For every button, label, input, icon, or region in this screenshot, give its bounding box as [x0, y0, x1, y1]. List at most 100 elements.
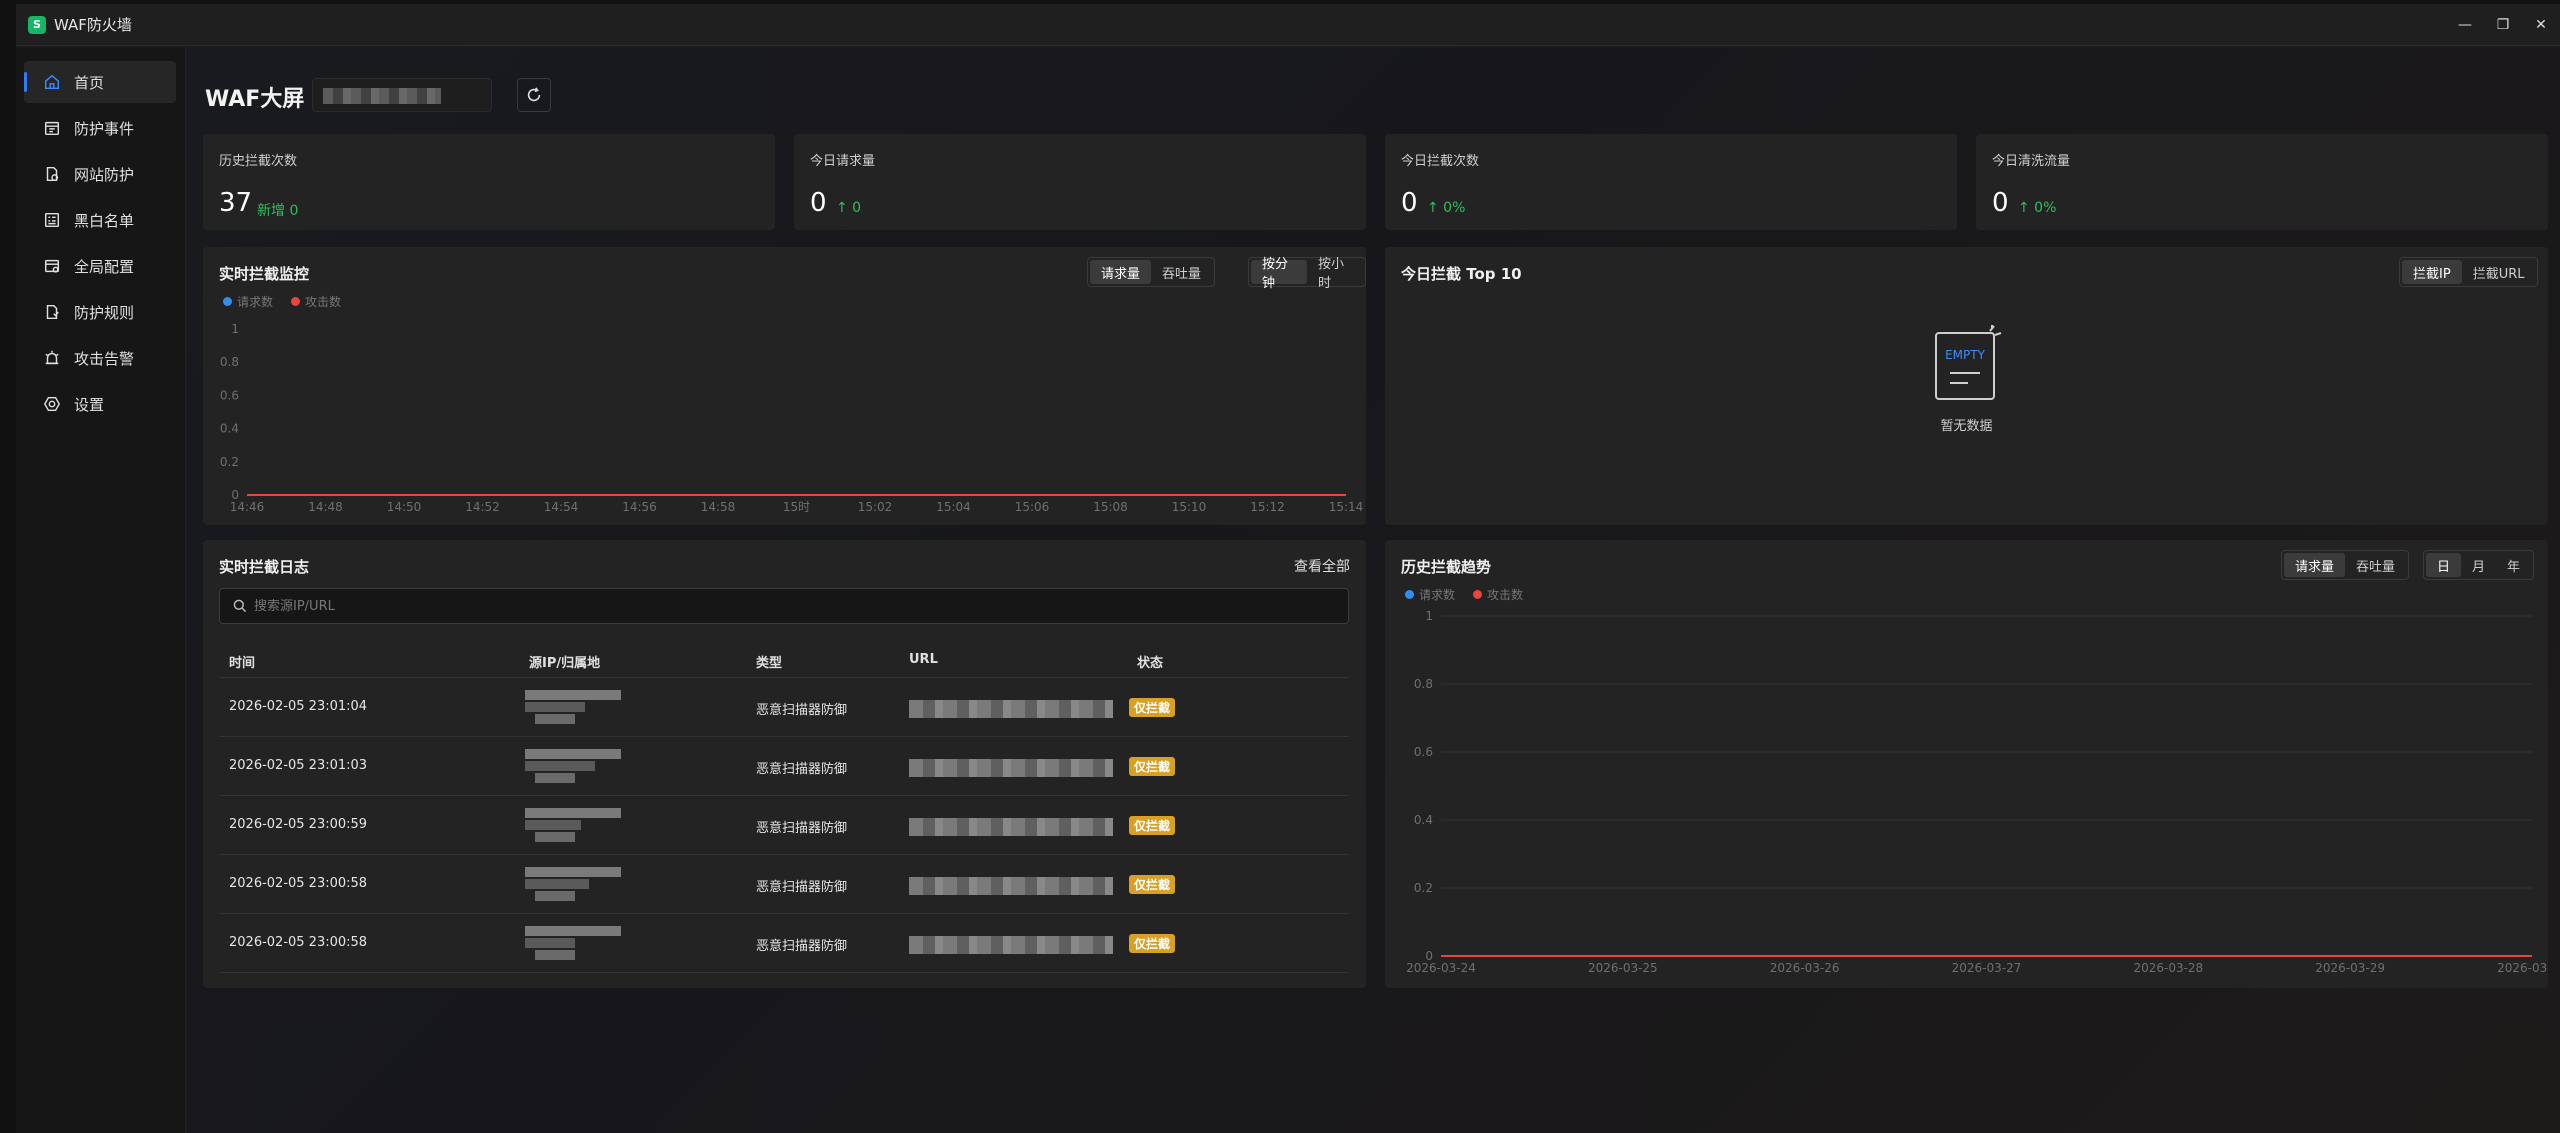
- cell-time: 2026-02-05 23:00:58: [229, 935, 368, 950]
- x-tick-label: 15:06: [1015, 500, 1050, 514]
- status-badge: 仅拦截: [1129, 757, 1176, 776]
- sidebar-item-label: 攻击告警: [74, 349, 135, 368]
- sidebar-item-protection-rules[interactable]: 防护规则: [24, 291, 176, 333]
- alarm-icon: [42, 348, 62, 368]
- search-box: [219, 588, 1349, 624]
- sidebar-item-label: 网站防护: [74, 165, 135, 184]
- sidebar-item-home[interactable]: 首页: [24, 61, 176, 103]
- empty-text: 暂无数据: [1940, 419, 1993, 434]
- y-tick-label: 0.4: [220, 422, 239, 436]
- x-tick-label: 2026-03-29: [2315, 961, 2385, 975]
- view-all-link[interactable]: 查看全部: [1294, 556, 1350, 576]
- column-header-url: URL: [909, 652, 938, 667]
- redacted-url: [909, 877, 1113, 895]
- status-badge: 仅拦截: [1129, 875, 1176, 894]
- sidebar-item-label: 全局配置: [74, 257, 135, 276]
- x-tick-label: 15:04: [936, 500, 971, 514]
- y-tick-label: 1: [231, 322, 239, 336]
- x-tick-label: 15:12: [1250, 500, 1285, 514]
- stat-label: 历史拦截次数: [219, 154, 298, 169]
- y-tick-label: 0.2: [220, 455, 239, 469]
- sidebar-item-label: 防护事件: [74, 119, 135, 138]
- y-tick-label: 0.6: [220, 388, 239, 402]
- x-tick-label: 14:48: [308, 500, 343, 514]
- rule-icon: [42, 302, 62, 322]
- x-tick-label: 15时: [783, 500, 810, 514]
- stat-label: 今日请求量: [810, 154, 876, 169]
- cell-type: 恶意扫描器防御: [756, 821, 848, 836]
- x-tick-label: 14:50: [387, 500, 422, 514]
- card-title: 今日拦截 Top 10: [1401, 265, 1522, 283]
- app-window: S WAF防火墙 — ❐ ✕ 首页 防护事件 网站防护 黑白名单 全局配置 防护…: [16, 4, 2560, 1133]
- x-tick-label: 2026-03-24: [1406, 961, 1476, 975]
- table-row[interactable]: 2026-02-05 23:00:58 恶意扫描器防御 仅拦截: [219, 855, 1349, 914]
- redacted-url: [909, 759, 1113, 777]
- x-tick-label: 2026-03-27: [1952, 961, 2022, 975]
- stat-card-today-cleaned-traffic: 今日清洗流量 0 ↑ 0%: [1976, 134, 2548, 230]
- redacted-ip: [525, 690, 621, 724]
- status-badge: 仅拦截: [1129, 934, 1176, 953]
- sidebar-item-site-protection[interactable]: 网站防护: [24, 153, 176, 195]
- table-row[interactable]: 2026-02-05 23:01:03 恶意扫描器防御 仅拦截: [219, 737, 1349, 796]
- sidebar-item-label: 黑白名单: [74, 211, 135, 230]
- sidebar-item-blackwhite-list[interactable]: 黑白名单: [24, 199, 176, 241]
- x-tick-label: 15:08: [1093, 500, 1128, 514]
- close-button[interactable]: ✕: [2522, 4, 2560, 46]
- minimize-button[interactable]: —: [2446, 4, 2484, 46]
- redacted-ip: [525, 808, 621, 842]
- sidebar-item-events[interactable]: 防护事件: [24, 107, 176, 149]
- status-badge: 仅拦截: [1129, 698, 1176, 717]
- cell-time: 2026-02-05 23:01:04: [229, 699, 368, 714]
- cell-time: 2026-02-05 23:00:59: [229, 817, 368, 832]
- page-title: WAF大屏: [205, 87, 305, 112]
- stat-card-today-blocks: 今日拦截次数 0 ↑ 0%: [1385, 134, 1957, 230]
- table-header: 时间 源IP/归属地 类型 URL 状态: [219, 642, 1349, 678]
- search-icon: [233, 599, 247, 613]
- stat-value: 0: [1401, 188, 1418, 218]
- stat-delta: ↑ 0: [836, 200, 862, 216]
- table-row[interactable]: 2026-02-05 23:00:58 恶意扫描器防御 仅拦截: [219, 914, 1349, 973]
- title-bar: S WAF防火墙 — ❐ ✕: [16, 4, 2560, 46]
- search-input[interactable]: [254, 598, 1254, 614]
- y-tick-label: 0.6: [1414, 745, 1433, 759]
- x-tick-label: 2026-03-30: [2497, 961, 2548, 975]
- window-controls: — ❐ ✕: [2446, 4, 2560, 46]
- home-icon: [42, 72, 62, 92]
- tab-blocked-url[interactable]: 拦截URL: [2462, 260, 2536, 284]
- stat-value: 37: [219, 188, 253, 218]
- sidebar-item-global-config[interactable]: 全局配置: [24, 245, 176, 287]
- y-tick-label: 0.8: [1414, 677, 1433, 691]
- sidebar-item-settings[interactable]: 设置: [24, 383, 176, 425]
- sidebar-item-attack-alarm[interactable]: 攻击告警: [24, 337, 176, 379]
- redacted-url: [909, 818, 1113, 836]
- cell-time: 2026-02-05 23:01:03: [229, 758, 368, 773]
- site-selector[interactable]: [312, 78, 492, 112]
- top10-card: 今日拦截 Top 10 拦截IP 拦截URL EMPTY 暂无数据: [1385, 247, 2548, 525]
- tab-blocked-ip[interactable]: 拦截IP: [2402, 260, 2462, 284]
- x-tick-label: 15:10: [1172, 500, 1207, 514]
- site-shield-icon: [42, 164, 62, 184]
- empty-document-icon: EMPTY: [1934, 325, 2001, 400]
- stat-label: 今日清洗流量: [1992, 154, 2071, 169]
- redacted-url: [909, 700, 1113, 718]
- redacted-ip: [525, 867, 621, 901]
- refresh-icon: [527, 87, 541, 102]
- sidebar: 首页 防护事件 网站防护 黑白名单 全局配置 防护规则 攻击告警 设置: [16, 47, 186, 1133]
- maximize-button[interactable]: ❐: [2484, 4, 2522, 46]
- x-tick-label: 15:14: [1329, 500, 1364, 514]
- sidebar-item-label: 首页: [74, 73, 105, 92]
- app-title: WAF防火墙: [54, 16, 132, 34]
- column-header-type: 类型: [756, 656, 783, 671]
- y-tick-label: 0.4: [1414, 813, 1433, 827]
- x-tick-label: 2026-03-25: [1588, 961, 1658, 975]
- y-tick-label: 0.8: [220, 355, 239, 369]
- stat-delta: 新增 0: [257, 203, 299, 219]
- table-row[interactable]: 2026-02-05 23:00:59 恶意扫描器防御 仅拦截: [219, 796, 1349, 855]
- redacted-site-name: [323, 88, 441, 104]
- gear-icon: [42, 394, 62, 414]
- table-row[interactable]: 2026-02-05 23:01:04 恶意扫描器防御 仅拦截: [219, 678, 1349, 737]
- cell-type: 恶意扫描器防御: [756, 939, 848, 954]
- redacted-url: [909, 936, 1113, 954]
- refresh-button[interactable]: [517, 78, 551, 112]
- sidebar-item-label: 设置: [74, 395, 105, 414]
